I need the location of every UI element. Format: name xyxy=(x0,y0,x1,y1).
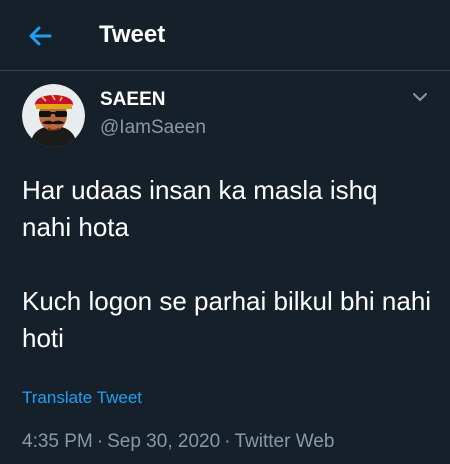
tweet-text: Har udaas insan ka masla ishq nahi hota … xyxy=(22,172,432,357)
tweet-line-2: Kuch logon se parhai bilkul bhi nahi hot… xyxy=(22,286,432,353)
meta-separator: · xyxy=(224,431,231,452)
back-button[interactable] xyxy=(22,22,58,50)
tweet-source[interactable]: Twitter Web xyxy=(234,431,334,452)
tweet-line-1: Har udaas insan ka masla ishq nahi hota xyxy=(22,175,378,242)
author-display-name[interactable]: SAEEN xyxy=(100,89,165,111)
chevron-down-icon xyxy=(413,93,427,101)
tweet-timestamp[interactable]: 4:35 PM xyxy=(22,431,93,452)
arrow-left-icon xyxy=(29,26,52,46)
avatar[interactable] xyxy=(22,84,85,147)
tweet-meta: 4:35 PM · Sep 30, 2020 · Twitter Web xyxy=(22,430,334,454)
tweet-date[interactable]: Sep 30, 2020 xyxy=(107,431,220,452)
translate-tweet-link[interactable]: Translate Tweet xyxy=(22,388,142,408)
tweet-menu-button[interactable] xyxy=(410,90,430,104)
meta-separator: · xyxy=(96,431,104,452)
top-bar: Tweet xyxy=(0,0,450,71)
author-handle[interactable]: @IamSaeen xyxy=(100,117,206,139)
cartoon-avatar-image xyxy=(22,84,85,147)
page-title: Tweet xyxy=(99,21,166,48)
